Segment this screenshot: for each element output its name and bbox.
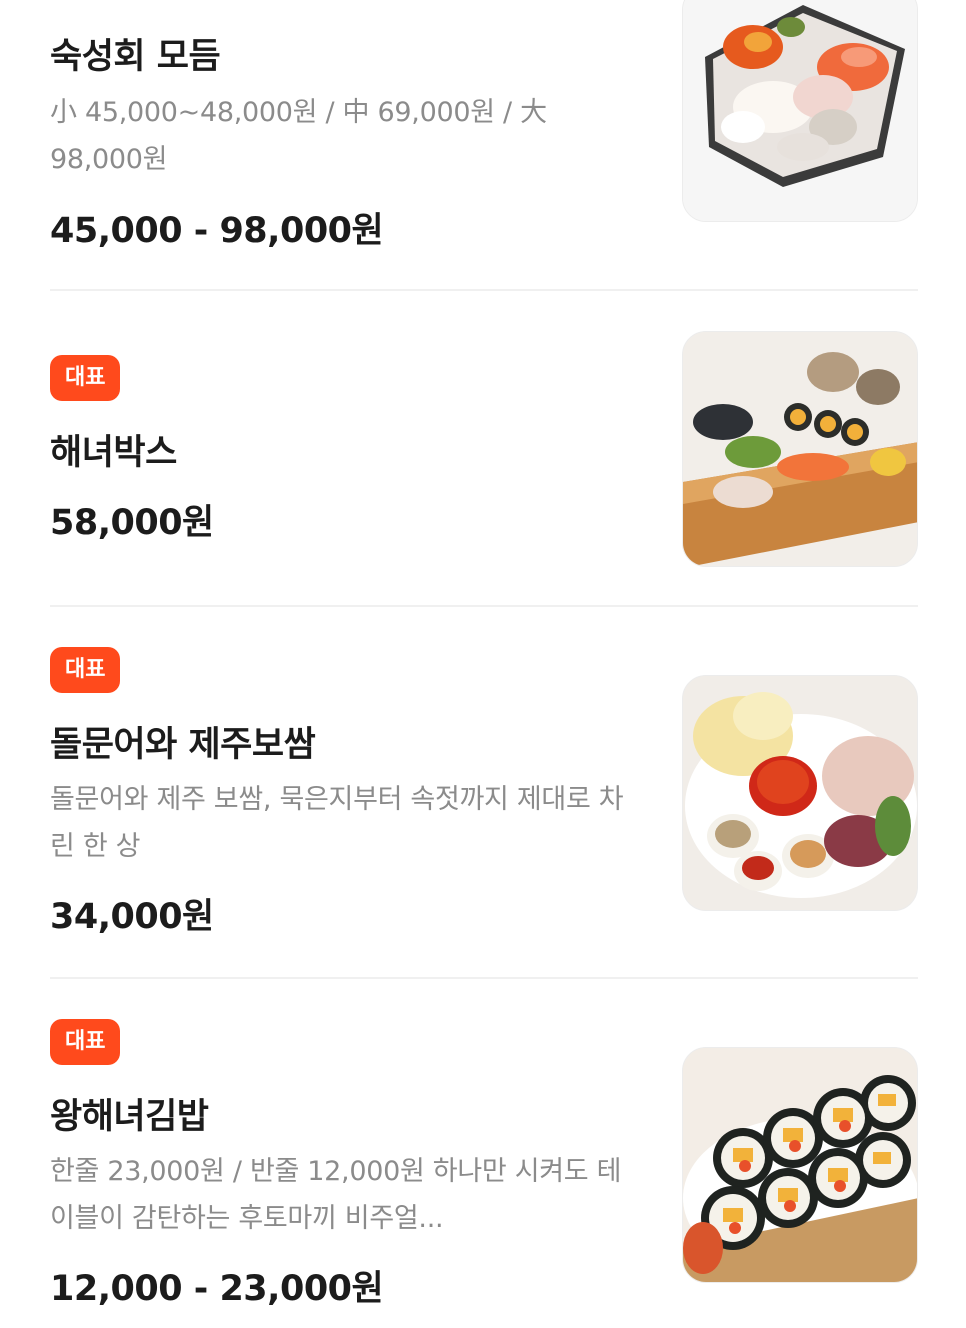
menu-item-price: 45,000 - 98,000원 bbox=[50, 211, 384, 251]
menu-item-name: 돌문어와 제주보쌈 bbox=[50, 725, 316, 765]
menu-item-description: 한줄 23,000원 / 반줄 12,000원 하나만 시켜도 테이블이 감탄하… bbox=[50, 1156, 622, 1234]
menu-item-photo-octopus-bossam[interactable] bbox=[682, 675, 918, 911]
octopus-bossam-image bbox=[683, 676, 917, 910]
signature-badge: 대표 bbox=[50, 647, 121, 693]
menu-item-octopus-bossam[interactable]: 대표 돌문어와 제주보쌈 돌문어와 제주 보쌈, 묵은지부터 속젓까지 제대로 … bbox=[50, 606, 918, 978]
signature-badge: 대표 bbox=[50, 355, 121, 401]
menu-list: 숙성회 모듬 小 45,000~48,000원 / 中 69,000원 / 大 … bbox=[0, 0, 966, 1328]
signature-badge: 대표 bbox=[50, 1019, 121, 1065]
menu-item-name: 해녀박스 bbox=[50, 433, 177, 473]
menu-item-photo-seafood-box[interactable] bbox=[682, 331, 918, 567]
menu-item-price: 58,000원 bbox=[50, 503, 214, 543]
menu-item-photo-sashimi[interactable] bbox=[682, 0, 918, 222]
menu-item-price: 34,000원 bbox=[50, 897, 214, 937]
sashimi-platter-image bbox=[683, 0, 917, 221]
menu-item-haenyeo-box[interactable]: 대표 해녀박스 58,000원 bbox=[50, 290, 918, 606]
menu-item-wang-gimbap[interactable]: 대표 왕해녀김밥 한줄 23,000원 / 반줄 12,000원 하나만 시켜도… bbox=[50, 978, 918, 1328]
gimbap-image bbox=[683, 1048, 917, 1282]
seafood-box-image bbox=[683, 332, 917, 566]
menu-item-photo-gimbap[interactable] bbox=[682, 1047, 918, 1283]
menu-item-price: 12,000 - 23,000원 bbox=[50, 1269, 384, 1309]
menu-item-description: 小 45,000~48,000원 / 中 69,000원 / 大 98,000원 bbox=[50, 97, 547, 175]
menu-item-sashimi-platter[interactable]: 숙성회 모듬 小 45,000~48,000원 / 中 69,000원 / 大 … bbox=[50, 0, 918, 290]
menu-item-description: 돌문어와 제주 보쌈, 묵은지부터 속젓까지 제대로 차린 한 상 bbox=[50, 784, 624, 862]
menu-item-name: 왕해녀김밥 bbox=[50, 1097, 209, 1137]
menu-item-name: 숙성회 모듬 bbox=[50, 37, 221, 77]
